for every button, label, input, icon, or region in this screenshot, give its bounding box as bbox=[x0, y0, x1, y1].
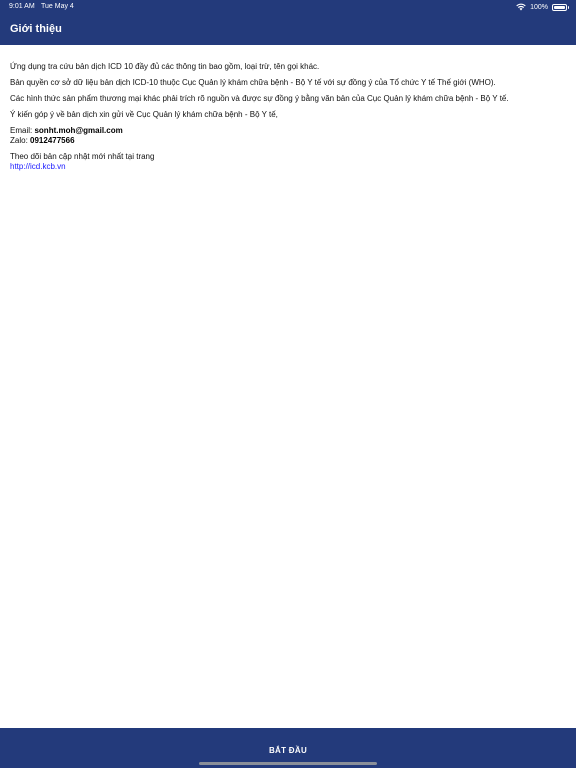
zalo-value[interactable]: 0912477566 bbox=[30, 136, 75, 145]
page-title: Giới thiệu bbox=[10, 23, 62, 35]
wifi-icon bbox=[516, 3, 526, 11]
battery-percent: 100% bbox=[530, 3, 548, 11]
email-line: Email: sonht.moh@gmail.com bbox=[10, 126, 566, 136]
status-indicators: 100% bbox=[516, 2, 569, 12]
zalo-line: Zalo: 0912477566 bbox=[10, 136, 566, 146]
battery-fill bbox=[554, 5, 565, 9]
follow-text: Theo dõi bản cập nhật mới nhất tại trang bbox=[10, 152, 155, 161]
home-indicator[interactable] bbox=[199, 762, 377, 765]
email-label: Email: bbox=[10, 126, 33, 135]
feedback-paragraph: Ý kiến góp ý về bản dịch xin gửi về Cục … bbox=[10, 110, 278, 119]
intro-content: Ứng dụng tra cứu bản dịch ICD 10 đầy đủ … bbox=[10, 62, 566, 172]
start-button[interactable]: BẮT ĐẦU bbox=[0, 736, 576, 764]
bottom-bar: BẮT ĐẦU bbox=[0, 728, 576, 768]
status-time: 9:01 AM bbox=[9, 3, 35, 10]
zalo-label: Zalo: bbox=[10, 136, 28, 145]
copyright-paragraph: Bản quyền cơ sở dữ liệu bản dịch ICD-10 … bbox=[10, 78, 496, 87]
email-value[interactable]: sonht.moh@gmail.com bbox=[34, 126, 122, 135]
navigation-bar: 9:01 AM Tue May 4 100% Giới thiệu bbox=[0, 0, 576, 45]
intro-paragraph: Ứng dụng tra cứu bản dịch ICD 10 đầy đủ … bbox=[10, 62, 320, 71]
status-date: Tue May 4 bbox=[41, 3, 74, 10]
website-link[interactable]: http://icd.kcb.vn bbox=[10, 162, 566, 172]
commercial-use-paragraph: Các hình thức sản phẩm thương mại khác p… bbox=[10, 94, 509, 103]
battery-icon bbox=[552, 3, 569, 11]
status-bar: 9:01 AM Tue May 4 100% bbox=[0, 0, 576, 14]
